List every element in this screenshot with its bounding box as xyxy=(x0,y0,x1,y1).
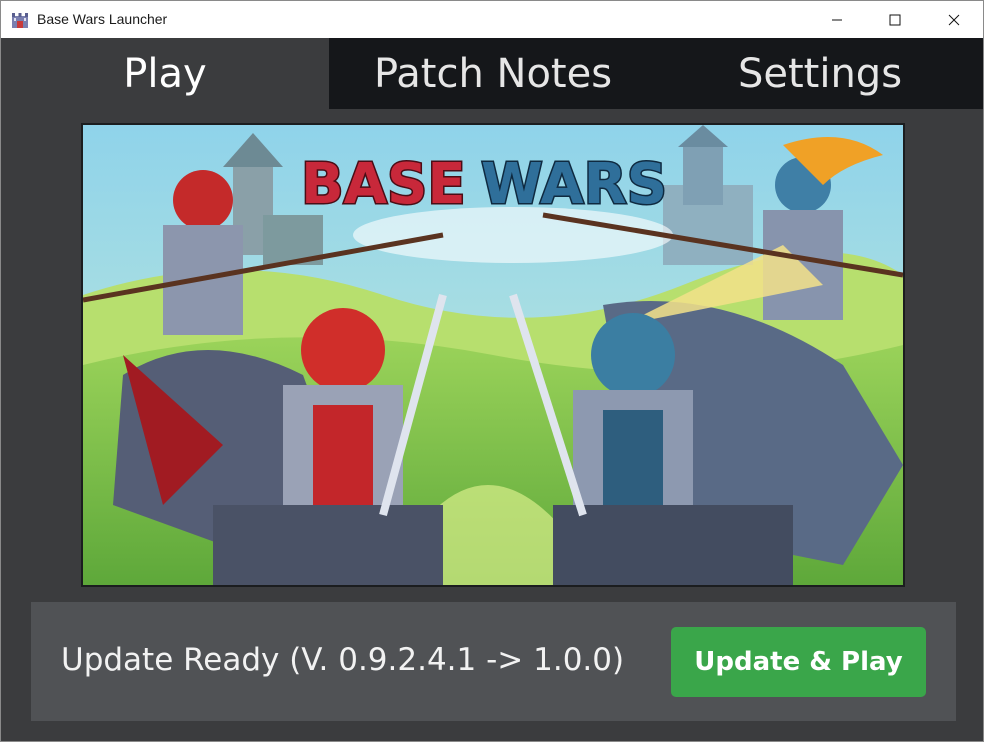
minimize-icon xyxy=(831,14,843,26)
launcher-window: Base Wars Launcher Play Patch Notes Sett… xyxy=(0,0,984,742)
castle-app-icon xyxy=(10,10,30,30)
tab-patch-notes[interactable]: Patch Notes xyxy=(329,38,657,109)
minimize-button[interactable] xyxy=(808,1,866,38)
window-title: Base Wars Launcher xyxy=(37,11,168,27)
update-status-text: Update Ready (V. 0.9.2.4.1 -> 1.0.0) xyxy=(61,642,625,678)
tab-bar: Play Patch Notes Settings xyxy=(1,38,983,109)
title-bar[interactable]: Base Wars Launcher xyxy=(1,1,983,38)
update-panel: Update Ready (V. 0.9.2.4.1 -> 1.0.0) Upd… xyxy=(31,602,956,721)
game-banner-image: BASE WARS xyxy=(81,123,905,587)
close-icon xyxy=(948,14,960,26)
maximize-icon xyxy=(889,14,901,26)
close-button[interactable] xyxy=(925,1,983,38)
update-and-play-button[interactable]: Update & Play xyxy=(671,627,926,697)
tab-play[interactable]: Play xyxy=(1,38,329,109)
maximize-button[interactable] xyxy=(866,1,924,38)
logo-text-base: BASE xyxy=(301,152,466,217)
logo-text-wars: WARS xyxy=(481,152,667,217)
tab-settings[interactable]: Settings xyxy=(657,38,983,109)
game-logo: BASE WARS xyxy=(300,151,669,219)
